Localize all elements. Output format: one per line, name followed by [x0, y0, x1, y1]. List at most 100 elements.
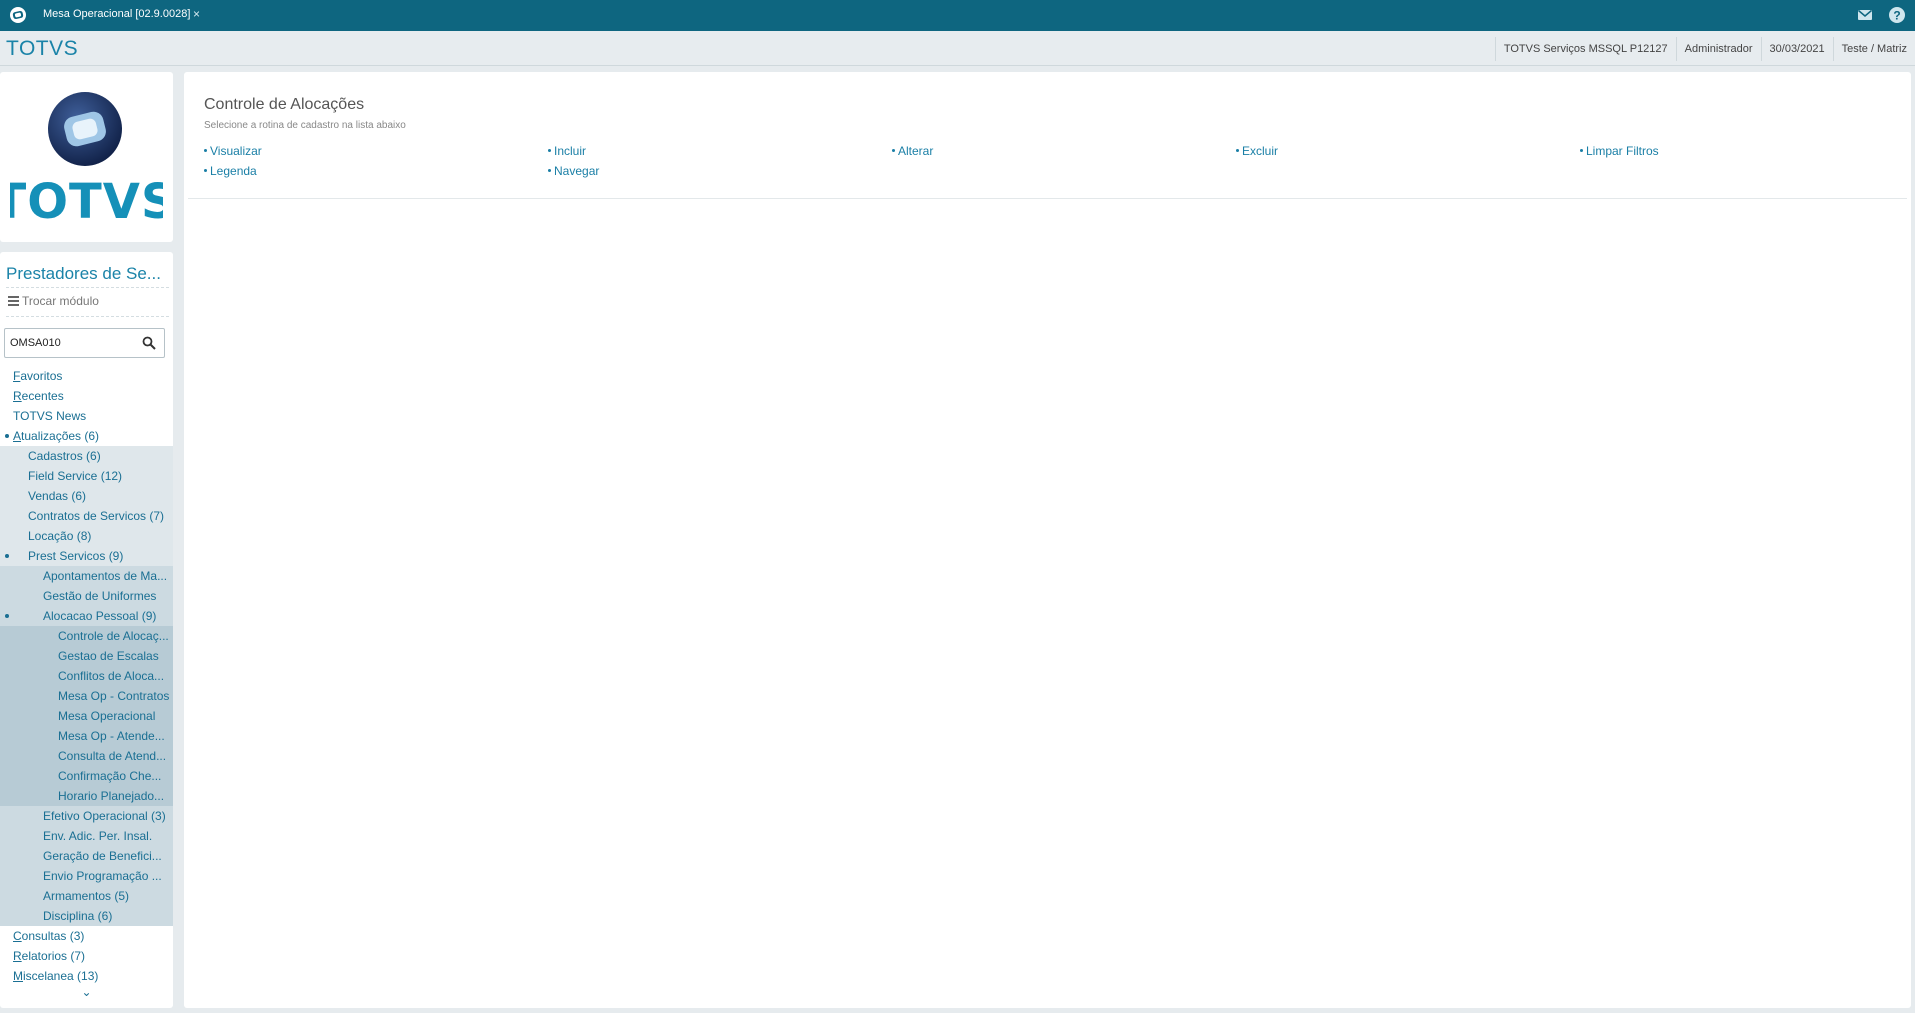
module-title[interactable]: Prestadores de Se... — [6, 264, 161, 284]
menu-item-label: Prest Servicos (9) — [28, 549, 124, 563]
action-incluir[interactable]: Incluir — [548, 144, 586, 158]
totvs-logo: TOTVS — [10, 92, 163, 225]
bullet-icon — [1580, 149, 1583, 152]
switch-module-label: Trocar módulo — [22, 294, 99, 308]
branch-info[interactable]: Teste / Matriz — [1832, 37, 1915, 61]
menu-item-label: TOTVS News — [13, 409, 87, 423]
menu-item-label: Mesa Op - Atende... — [58, 729, 165, 743]
menu-item[interactable]: Mesa Op - Contratos — [0, 686, 173, 706]
search-input[interactable] — [10, 334, 130, 352]
menu-item[interactable]: Miscelanea (13) — [0, 966, 173, 986]
menu-icon — [8, 296, 19, 306]
action-limpar-filtros[interactable]: Limpar Filtros — [1580, 144, 1659, 158]
menu-item[interactable]: Recentes — [0, 386, 173, 406]
main-panel: Controle de Alocações Selecione a rotina… — [184, 72, 1911, 1008]
menu-item-label-rest: tualizações (6) — [21, 429, 100, 443]
menu-item-accelerator: R — [13, 949, 22, 963]
menu-item-label: Env. Adic. Per. Insal. — [43, 829, 153, 843]
menu-item[interactable]: Cadastros (6) — [0, 446, 173, 466]
menu-item[interactable]: Confirmação Che... — [0, 766, 173, 786]
user-info[interactable]: Administrador — [1675, 37, 1761, 61]
menu-item-label: Gestão de Uniformes — [43, 589, 157, 603]
menu-item-label: Alocacao Pessoal (9) — [43, 609, 157, 623]
divider — [6, 287, 169, 288]
search-icon[interactable] — [142, 336, 156, 350]
menu-item[interactable]: Vendas (6) — [0, 486, 173, 506]
bullet-icon — [548, 169, 551, 172]
menu-item-label: Cadastros (6) — [28, 449, 101, 463]
header-bar: TOTVS TOTVS Serviços MSSQL P12127 Admini… — [0, 31, 1915, 66]
menu-item[interactable]: Alocacao Pessoal (9) — [0, 606, 173, 626]
menu-item-label: Geração de Benefici... — [43, 849, 162, 863]
menu-item[interactable]: Relatorios (7) — [0, 946, 173, 966]
totvs-app-icon[interactable] — [9, 6, 27, 24]
menu-item[interactable]: Envio Programação ... — [0, 866, 173, 886]
menu-item-label: Mesa Op - Contratos — [58, 689, 170, 703]
menu-item-label-rest: avoritos — [20, 369, 63, 383]
bullet-icon — [548, 149, 551, 152]
menu-item-label: Field Service (12) — [28, 469, 123, 483]
action-excluir[interactable]: Excluir — [1236, 144, 1278, 158]
menu-item[interactable]: Atualizações (6) — [0, 426, 173, 446]
help-icon[interactable]: ? — [1888, 6, 1906, 24]
svg-text:?: ? — [1893, 9, 1900, 23]
menu-item[interactable]: Mesa Op - Atende... — [0, 726, 173, 746]
menu-item-label: Horario Planejado... — [58, 789, 165, 803]
window-tab-title[interactable]: Mesa Operacional [02.9.0028] — [43, 8, 190, 20]
menu-item-label: Confirmação Che... — [58, 769, 162, 783]
menu-item-label: Consulta de Atend... — [58, 749, 167, 763]
logo-panel: TOTVS — [0, 72, 173, 242]
menu-item-accelerator: C — [13, 929, 22, 943]
menu-item-label: Gestao de Escalas — [58, 649, 159, 663]
menu-item[interactable]: Prest Servicos (9) — [0, 546, 173, 566]
bullet-icon — [1236, 149, 1239, 152]
menu-item-label-rest: elatorios (7) — [21, 949, 86, 963]
menu-item-accelerator: R — [13, 389, 22, 403]
action-visualizar[interactable]: Visualizar — [204, 144, 262, 158]
menu-item[interactable]: Gestao de Escalas — [0, 646, 173, 666]
menu-item[interactable]: Consulta de Atend... — [0, 746, 173, 766]
bullet-icon — [204, 169, 207, 172]
close-tab-icon[interactable]: × — [193, 7, 200, 21]
menu-item[interactable]: Geração de Benefici... — [0, 846, 173, 866]
menu-item[interactable]: TOTVS News — [0, 406, 173, 426]
menu-item-label-rest: ecentes — [21, 389, 64, 403]
scroll-down-icon[interactable]: ⌄ — [0, 986, 173, 1002]
action-navegar[interactable]: Navegar — [548, 164, 599, 178]
action-alterar[interactable]: Alterar — [892, 144, 933, 158]
menu-item[interactable]: Armamentos (5) — [0, 886, 173, 906]
menu-item[interactable]: Contratos de Servicos (7) — [0, 506, 173, 526]
menu-item-label: Locação (8) — [28, 529, 92, 543]
switch-module-link[interactable]: Trocar módulo — [8, 294, 99, 308]
menu-item[interactable]: Conflitos de Aloca... — [0, 666, 173, 686]
date-info[interactable]: 30/03/2021 — [1760, 37, 1833, 61]
menu-item-label: Contratos de Servicos (7) — [28, 509, 165, 523]
menu-tree: Favoritos Recentes TOTVS News Atualizações … — [0, 366, 173, 1002]
menu-item-label: Disciplina (6) — [43, 909, 113, 923]
menu-item[interactable]: Controle de Alocaç... — [0, 626, 173, 646]
expanded-bullet-icon[interactable] — [5, 614, 9, 618]
menu-item-label: Envio Programação ... — [43, 869, 162, 883]
action-legenda[interactable]: Legenda — [204, 164, 257, 178]
menu-item[interactable]: Disciplina (6) — [0, 906, 173, 926]
menu-item-label: Efetivo Operacional (3) — [43, 809, 166, 823]
menu-item[interactable]: Consultas (3) — [0, 926, 173, 946]
menu-item[interactable]: Mesa Operacional — [0, 706, 173, 726]
menu-item[interactable]: Env. Adic. Per. Insal. — [0, 826, 173, 846]
menu-item-label: Mesa Operacional — [58, 709, 156, 723]
menu-item[interactable]: Apontamentos de Ma... — [0, 566, 173, 586]
bullet-icon — [204, 149, 207, 152]
menu-item[interactable]: Favoritos — [0, 366, 173, 386]
menu-item[interactable]: Field Service (12) — [0, 466, 173, 486]
menu-item[interactable]: Efetivo Operacional (3) — [0, 806, 173, 826]
mail-icon[interactable] — [1857, 8, 1873, 22]
bullet-icon — [892, 149, 895, 152]
menu-item-accelerator: M — [13, 969, 23, 983]
menu-item[interactable]: Locação (8) — [0, 526, 173, 546]
menu-item[interactable]: Horario Planejado... — [0, 786, 173, 806]
divider — [188, 198, 1907, 199]
menu-item[interactable]: Gestão de Uniformes — [0, 586, 173, 606]
expanded-bullet-icon[interactable] — [5, 434, 9, 438]
expanded-bullet-icon[interactable] — [5, 554, 9, 558]
menu-item-label: Controle de Alocaç... — [58, 629, 169, 643]
